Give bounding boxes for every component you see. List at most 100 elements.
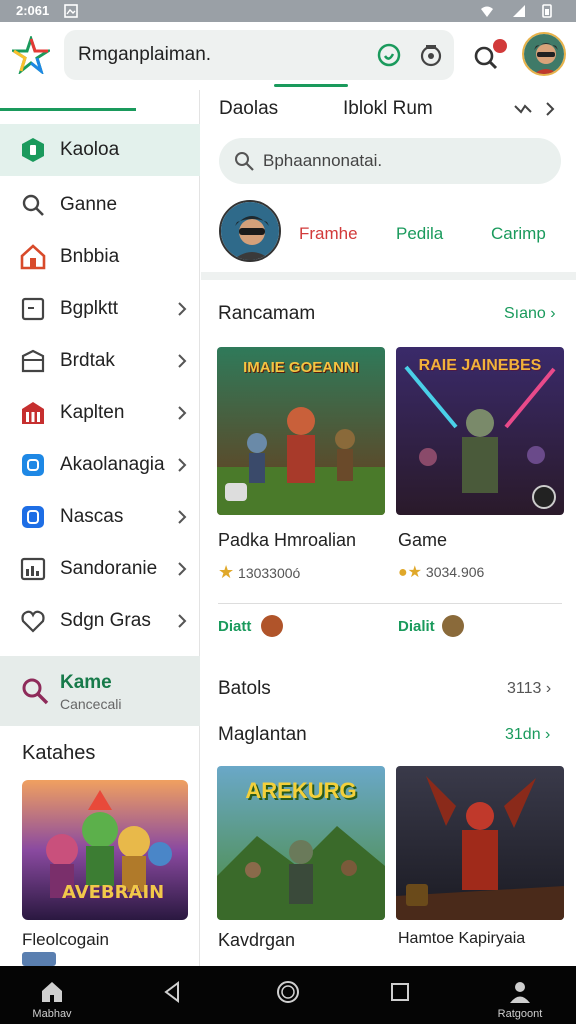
game-card[interactable]: RAIE JAINEBES [396, 347, 564, 515]
home-icon [42, 982, 62, 1002]
sidebar-game-title: Kame [60, 672, 112, 693]
sidebar-item-bgplktt[interactable]: Bgplktt [0, 283, 200, 335]
card-action-label[interactable]: Diatt [218, 618, 251, 635]
sidebar-item-sdgn-gras[interactable]: Sdgn Gras [0, 595, 200, 647]
app-logo-icon[interactable] [12, 36, 50, 74]
lens-search-icon[interactable] [418, 42, 444, 68]
sidebar-item-label: Sdgn Gras [60, 610, 151, 631]
game-card-name: Kavdrgan [218, 930, 296, 950]
game-card-meta: ●★ 3034.906 [398, 562, 484, 582]
shield-icon [22, 138, 44, 162]
top-search-bar[interactable]: Rmganplaiman. [64, 30, 454, 80]
nav-home-button[interactable]: Mabhav [12, 966, 92, 1024]
game-card-name: Game [398, 530, 448, 550]
chevron-right-icon: › [550, 305, 556, 322]
coin-icon [261, 615, 283, 637]
chevron-right-icon [178, 458, 187, 472]
heart-icon [21, 610, 45, 633]
sidebar-item-sandoranie[interactable]: Sandoranie [0, 543, 200, 595]
avatar-image [221, 202, 279, 260]
top-app-bar: Rmganplaiman. [0, 22, 576, 90]
signal-icon [513, 5, 525, 17]
back-icon [164, 981, 179, 1003]
game-card[interactable]: IMAIE GOEANNI [217, 347, 385, 515]
wifi-icon [481, 6, 493, 17]
chip-pedila[interactable]: Pedila [396, 224, 443, 244]
game-card[interactable]: AREKURG [217, 766, 385, 920]
nav-profile-button[interactable]: Ratgoont [480, 966, 560, 1024]
sidebar-item-label: Sandoranie [60, 558, 158, 579]
section-link-label: Sıano [504, 305, 546, 322]
section-count-link[interactable]: 3113 › [507, 680, 551, 698]
chevron-right-icon [178, 510, 187, 524]
circle-icon [277, 981, 299, 1003]
sidebar-top-indicator [0, 108, 136, 111]
sidebar-item-nascas[interactable]: Nascas [0, 491, 200, 543]
game-card-meta-value: 3034.906 [425, 564, 485, 580]
main-header-title: Daolas [219, 98, 279, 119]
status-bar: 2:061 [0, 0, 576, 22]
game-card-name: Padka Hmroalian [218, 530, 357, 550]
system-nav-bar: Mabhav Ratgoont [0, 966, 576, 1024]
voice-search-icon[interactable] [376, 42, 402, 68]
battery-icon [542, 4, 552, 18]
star-icon: ★ [218, 562, 235, 582]
search-notification-icon[interactable] [470, 38, 510, 74]
section-title: Batols [218, 678, 271, 699]
top-search-text[interactable]: Rmganplaiman. [78, 44, 211, 66]
nav-profile-label: Ratgoont [497, 1008, 543, 1020]
section-see-all-link[interactable]: Sıano › [504, 305, 556, 323]
sidebar-item-ganne[interactable]: Ganne [0, 179, 200, 231]
sidebar-item-brdtak[interactable]: Brdtak [0, 335, 200, 387]
sidebar-item-kaoloa[interactable]: Kaoloa [0, 124, 200, 176]
friend-avatar[interactable] [219, 200, 281, 262]
sidebar-item-label: Nascas [60, 506, 124, 527]
section-see-all-link[interactable]: 31dn › [505, 726, 550, 744]
main-search-bar[interactable]: Bphaannonatai. [219, 138, 561, 184]
main-search-placeholder[interactable]: Bphaannonatai. [263, 151, 382, 171]
sidebar-item-label: Ganne [60, 194, 118, 215]
chip-carimp[interactable]: Carimp [491, 224, 546, 244]
game-card-meta: ★ 1303300ó [218, 562, 300, 583]
nav-back-button[interactable] [132, 966, 212, 1024]
chart-icon [20, 557, 46, 581]
top-tab-indicator [274, 84, 348, 87]
chevron-right-icon: › [545, 726, 551, 743]
sidebar-item-label: Bnbbia [60, 246, 120, 267]
coin-icon [442, 615, 464, 637]
sidebar-game-subtitle: Cancecali [60, 696, 122, 712]
sidebar-item-kaplten[interactable]: Kaplten [0, 387, 200, 439]
nav-home-circle-button[interactable] [248, 966, 328, 1024]
row-divider [218, 603, 562, 604]
sidebar-item-bnbbia[interactable]: Bnbbia [0, 231, 200, 283]
chip-framhe[interactable]: Framhe [299, 224, 358, 244]
sidebar-card-thumbnail [22, 952, 56, 966]
search-icon [22, 678, 49, 705]
trending-icon[interactable] [513, 100, 557, 118]
profile-icon [510, 982, 530, 1003]
user-avatar[interactable] [522, 32, 566, 76]
nav-recents-button[interactable] [360, 966, 440, 1024]
card-art-text: IMAIE GOEANNI [243, 359, 359, 376]
sidebar-section-heading: Katahes [22, 742, 96, 764]
search-icon [22, 194, 44, 216]
sidebar-item-akaolanagia[interactable]: Akaolanagia [0, 439, 200, 491]
main-header-subtitle: Iblokl Rum [343, 98, 433, 119]
sidebar-card-art-text: AVEBRAIN [62, 882, 165, 903]
sidebar-game-card[interactable]: AVEBRAIN [22, 780, 188, 920]
status-time: 2:061 [16, 3, 50, 18]
chevron-right-icon [178, 614, 187, 628]
section-link-label: 31dn [505, 726, 541, 743]
game-card[interactable] [396, 766, 564, 920]
square-icon [22, 454, 44, 476]
card-art-text: AREKURG [245, 778, 357, 803]
store-icon [22, 402, 44, 424]
card-action-label[interactable]: Dialit [398, 618, 435, 635]
home-icon [20, 244, 46, 270]
sidebar-item-game[interactable]: Kame Cancecali [0, 656, 200, 726]
square-icon [22, 506, 44, 528]
star-icon: ●★ [398, 564, 423, 581]
chevron-right-icon [178, 354, 187, 368]
window-icon [21, 297, 45, 321]
chevron-right-icon: › [545, 680, 552, 697]
